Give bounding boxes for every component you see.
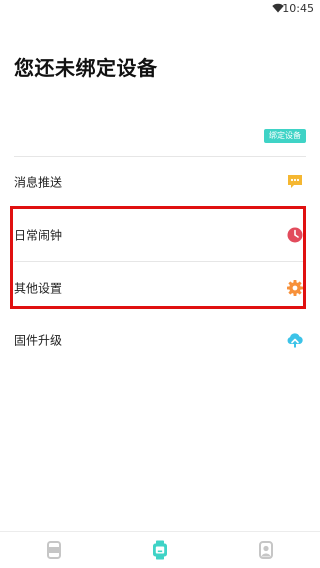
highlight-box (10, 206, 306, 309)
message-icon (288, 175, 302, 188)
menu-item-firmware-upgrade[interactable]: 固件升级 (14, 314, 306, 366)
status-bar: 10:45 (0, 0, 320, 18)
device-list-icon[interactable] (44, 540, 64, 560)
bind-device-button[interactable]: 绑定设备 (264, 129, 306, 143)
bottom-tab-bar (0, 531, 320, 568)
watch-icon[interactable] (150, 540, 170, 560)
status-time: 10:45 (282, 2, 314, 15)
menu-item-label: 固件升级 (14, 333, 63, 348)
page-title: 您还未绑定设备 (14, 56, 158, 80)
profile-icon[interactable] (256, 540, 276, 560)
menu-item-label: 消息推送 (14, 175, 63, 190)
firmware-upgrade-icon (287, 333, 303, 348)
menu-item-message-push[interactable]: 消息推送 (14, 156, 306, 208)
